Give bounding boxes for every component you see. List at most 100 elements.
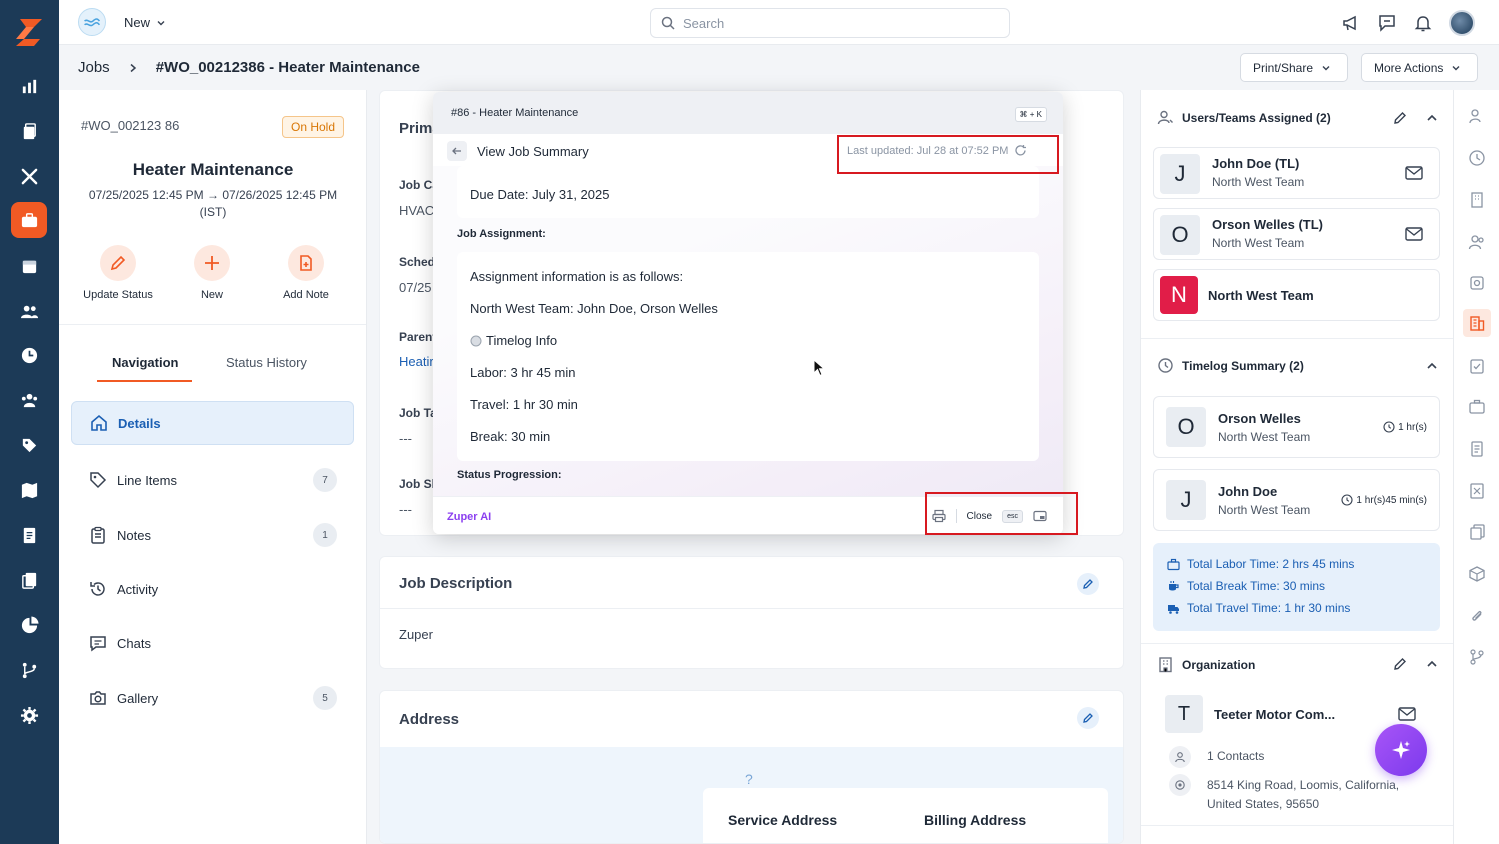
pencil-icon[interactable] [1393,657,1407,671]
mail-icon[interactable] [1398,707,1416,721]
timelog-entry[interactable]: J John Doe North West Team 1 hr(s)45 min… [1153,469,1440,531]
rail-organization-icon[interactable] [1463,309,1491,337]
rail-copy-icon[interactable] [1467,522,1487,542]
nav-item-gallery[interactable]: Gallery 5 [71,676,354,720]
breadcrumb-jobs-link[interactable]: Jobs [78,59,110,76]
analytics-pie-icon[interactable] [11,607,47,643]
workflow-icon[interactable] [11,652,47,688]
tab-status-history[interactable]: Status History [226,355,307,370]
bell-icon[interactable] [1413,13,1433,33]
settings-gear-icon[interactable] [11,697,47,733]
documents-icon[interactable] [11,113,47,149]
tools-icon[interactable] [11,158,47,194]
nav-item-activity[interactable]: Activity [71,567,354,611]
megaphone-icon[interactable] [1341,13,1361,33]
mail-icon[interactable] [1405,227,1423,241]
rail-package-icon[interactable] [1467,564,1487,584]
clock-icon [1158,358,1173,373]
users-icon[interactable] [11,293,47,329]
calendar-icon[interactable] [11,248,47,284]
print-share-label: Print/Share [1253,60,1314,75]
mail-icon[interactable] [1405,166,1423,180]
user-team: North West Team [1212,175,1305,189]
org-name[interactable]: Teeter Motor Com... [1214,707,1335,722]
rail-attachment-icon[interactable] [1467,606,1487,626]
new-button[interactable]: New [172,245,252,301]
timelog-user-team: North West Team [1218,430,1311,444]
user-avatar[interactable] [1449,10,1475,36]
nav-item-line-items[interactable]: Line Items 7 [71,458,354,502]
edit-address-button[interactable] [1077,707,1099,729]
avatar: O [1166,407,1206,447]
add-note-button[interactable]: Add Note [266,245,346,301]
pencil-icon[interactable] [1393,111,1407,125]
total-labor: Total Labor Time: 2 hrs 45 mins [1167,557,1354,571]
tag-icon[interactable] [11,427,47,463]
rail-asset-icon[interactable] [1467,273,1487,293]
clock-icon[interactable] [11,337,47,373]
timelog-duration-text: 1 hr(s)45 min(s) [1356,494,1427,506]
rail-checklist-icon[interactable] [1467,356,1487,376]
map-placeholder-icon: ? [745,771,753,787]
rail-estimate-icon[interactable] [1467,481,1487,501]
teams-icon[interactable] [11,382,47,418]
job-schedule: 07/25/2025 12:45 PM → 07/26/2025 12:45 P… [79,187,347,221]
assignment-team: North West Team: John Doe, Orson Welles [470,301,718,316]
organization-section-title: Organization [1182,657,1256,672]
feedback-chat-icon[interactable] [1377,13,1397,33]
org-contacts[interactable]: 1 Contacts [1207,749,1264,763]
update-status-button[interactable]: Update Status [78,245,158,301]
status-badge[interactable]: On Hold [282,116,345,138]
coffee-icon [1169,580,1179,590]
search-input[interactable]: Search [650,8,1010,38]
company-logo[interactable] [78,8,106,36]
ai-assistant-button[interactable] [1375,724,1427,776]
chevron-up-icon[interactable] [1425,657,1439,671]
print-share-button[interactable]: Print/Share [1240,53,1348,82]
back-button[interactable] [447,141,467,161]
highlight-last-updated [837,135,1059,174]
rail-contacts-icon[interactable] [1467,232,1487,252]
nav-item-details[interactable]: Details [71,401,354,445]
pencil-icon [1083,579,1093,589]
field-label: Job Ta [399,406,437,420]
more-actions-button[interactable]: More Actions [1361,53,1478,82]
rail-briefcase-icon[interactable] [1467,397,1487,417]
org-address: 8514 King Road, Loomis, California, Unit… [1207,776,1399,814]
total-labor-text: Total Labor Time: 2 hrs 45 mins [1187,557,1355,571]
rail-workflow-icon[interactable] [1467,647,1487,667]
parent-job-link[interactable]: Heatir [399,354,434,369]
assigned-user-card[interactable]: O Orson Welles (TL) North West Team [1153,208,1440,260]
divider [59,324,366,325]
chevron-up-icon[interactable] [1425,111,1439,125]
chevron-up-icon[interactable] [1425,359,1439,373]
tab-navigation[interactable]: Navigation [112,355,178,370]
divider [1141,825,1453,826]
update-status-label: Update Status [83,289,153,301]
total-travel-text: Total Travel Time: 1 hr 30 mins [1187,601,1351,615]
rail-timelog-icon[interactable] [1467,148,1487,168]
edit-description-button[interactable] [1077,573,1099,595]
zuper-logo-icon[interactable] [12,15,46,49]
team-avatar: N [1160,276,1198,314]
nav-item-notes[interactable]: Notes 1 [71,513,354,557]
nav-item-chats[interactable]: Chats [71,621,354,665]
rail-building-icon[interactable] [1467,190,1487,210]
timelog-user-name: John Doe [1218,484,1278,499]
timelog-duration: 1 hr(s) [1383,421,1427,433]
clock-icon [1341,494,1353,506]
timelog-entry[interactable]: O Orson Welles North West Team 1 hr(s) [1153,396,1440,458]
chevron-down-icon [157,20,165,25]
new-menu[interactable]: New [124,15,166,30]
jobs-briefcase-icon[interactable] [11,202,47,238]
map-icon[interactable] [11,472,47,508]
assigned-user-card[interactable]: J John Doe (TL) North West Team [1153,147,1440,199]
invoice-icon[interactable] [11,517,47,553]
team-name: North West Team [1208,288,1314,303]
rail-invoice-icon[interactable] [1467,439,1487,459]
reports-icon[interactable] [11,68,47,104]
assigned-team-card[interactable]: N North West Team [1153,269,1440,321]
rail-users-icon[interactable] [1467,106,1487,126]
files-icon[interactable] [11,562,47,598]
camera-icon [90,691,106,705]
